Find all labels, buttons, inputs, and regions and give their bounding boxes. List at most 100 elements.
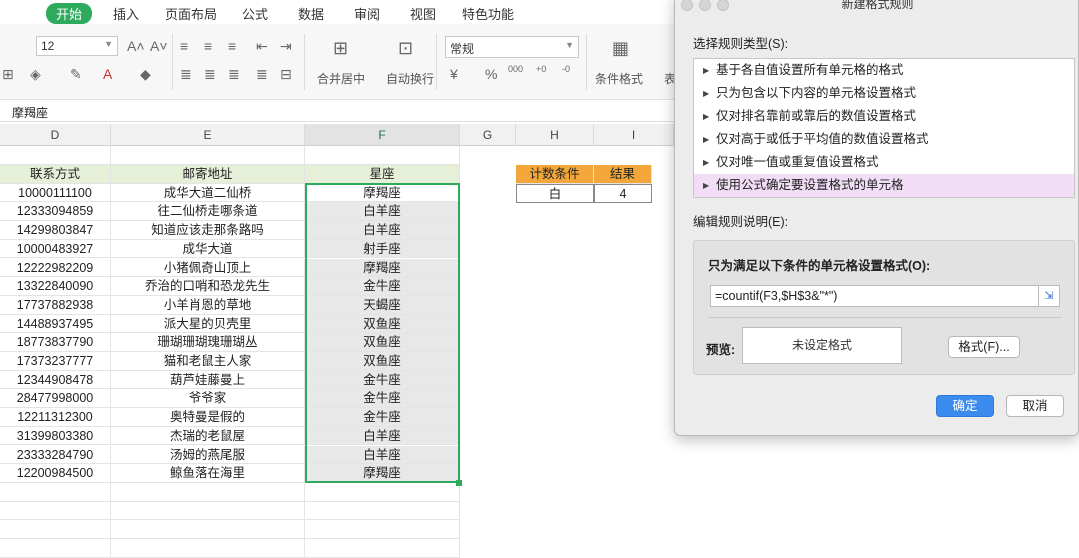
font-shrink-icon[interactable]: A˅ (150, 38, 168, 54)
table-cell[interactable]: 往二仙桥走哪条道 (111, 202, 305, 222)
table-cell[interactable]: 杰瑞的老鼠屋 (111, 426, 305, 446)
tab-data[interactable]: 数据 (298, 4, 324, 23)
justify-icon[interactable]: ≣ (256, 66, 268, 83)
percent-icon[interactable]: % (485, 66, 497, 82)
table-cell[interactable]: 12222982209 (0, 258, 111, 278)
column-header-d[interactable]: D (0, 124, 111, 146)
name-box[interactable]: 摩羯座 (12, 104, 48, 121)
rule-type-item[interactable]: ▶ 基于各自值设置所有单元格的格式 (694, 59, 1074, 82)
grid-cell[interactable] (305, 501, 460, 521)
table-cell[interactable]: 14488937495 (0, 314, 111, 334)
grid-cell[interactable] (0, 146, 111, 165)
grid-cell[interactable] (305, 520, 460, 539)
align-left-icon[interactable]: ≣ (180, 66, 192, 83)
fill-icon[interactable]: ◈ (30, 66, 41, 83)
table-cell[interactable]: 摩羯座 (305, 258, 460, 278)
table-cell[interactable]: 金牛座 (305, 408, 460, 427)
table-cell[interactable]: 猫和老鼠主人家 (111, 352, 305, 371)
decrease-decimal-icon[interactable]: -0 (562, 64, 570, 74)
table-cell[interactable]: 成华大道 (111, 239, 305, 259)
rule-type-item[interactable]: ▶ 仅对高于或低于平均值的数值设置格式 (694, 128, 1074, 151)
rule-type-item-selected[interactable]: ▶ 使用公式确定要设置格式的单元格 (694, 174, 1074, 197)
table-cell[interactable]: 17373237777 (0, 352, 111, 371)
table-cell[interactable]: 天蝎座 (305, 295, 460, 315)
grid-cell[interactable] (111, 146, 305, 165)
table-cell[interactable]: 珊瑚珊瑚瑰珊瑚丛 (111, 333, 305, 352)
ok-button[interactable]: 确定 (936, 395, 994, 417)
table-cell[interactable]: 18773837790 (0, 333, 111, 352)
table-cell[interactable]: 12333094859 (0, 202, 111, 222)
align-right-icon[interactable]: ≣ (228, 66, 240, 83)
align-bottom-icon[interactable]: ≡ (228, 38, 236, 54)
table-cell[interactable]: 金牛座 (305, 389, 460, 409)
wrap-text-icon[interactable]: ⊡ (398, 38, 413, 59)
table-cell[interactable]: 白羊座 (305, 202, 460, 222)
range-picker-icon[interactable]: ⇲ (1038, 285, 1060, 307)
fill-handle[interactable] (456, 480, 462, 486)
count-result-header[interactable]: 结果 (594, 165, 652, 184)
distribute-icon[interactable]: ⊟ (280, 66, 292, 83)
tab-review[interactable]: 审阅 (354, 4, 380, 23)
column-header-h[interactable]: H (516, 124, 594, 146)
tab-page-layout[interactable]: 页面布局 (165, 4, 217, 23)
table-cell[interactable]: 摩羯座 (305, 464, 460, 483)
table-cell[interactable]: 知道应该走那条路吗 (111, 221, 305, 240)
table-cell[interactable]: 白羊座 (305, 426, 460, 446)
table-cell[interactable]: 双鱼座 (305, 333, 460, 352)
grid-cell[interactable] (0, 482, 111, 502)
rule-type-item[interactable]: ▶ 仅对唯一值或重复值设置格式 (694, 151, 1074, 174)
tab-start[interactable]: 开始 (46, 3, 93, 24)
eraser-icon[interactable]: ◆ (140, 66, 151, 83)
table-header-cell[interactable]: 联系方式 (0, 165, 111, 184)
formula-input[interactable]: =countif(F3,$H$3&"*") (710, 285, 1040, 307)
tab-view[interactable]: 视图 (410, 4, 436, 23)
grid-cell[interactable] (111, 539, 305, 558)
table-cell[interactable]: 乔治的口哨和恐龙先生 (111, 277, 305, 296)
align-top-icon[interactable]: ≡ (180, 38, 188, 54)
table-cell[interactable]: 10000111100 (0, 183, 111, 203)
table-cell[interactable]: 金牛座 (305, 277, 460, 296)
align-center-icon[interactable]: ≣ (204, 66, 216, 83)
table-header-cell[interactable]: 邮寄地址 (111, 165, 305, 184)
grid-cell[interactable] (305, 146, 460, 165)
align-middle-icon[interactable]: ≡ (204, 38, 212, 54)
table-cell[interactable]: 鲸鱼落在海里 (111, 464, 305, 483)
tab-insert[interactable]: 插入 (113, 4, 139, 23)
cancel-button[interactable]: 取消 (1006, 395, 1064, 417)
table-cell[interactable]: 爷爷家 (111, 389, 305, 409)
table-cell[interactable]: 派大星的贝壳里 (111, 314, 305, 334)
table-cell[interactable]: 白羊座 (305, 221, 460, 240)
table-cell[interactable]: 奥特曼是假的 (111, 408, 305, 427)
table-cell[interactable]: 摩羯座 (305, 183, 460, 203)
table-cell[interactable]: 双鱼座 (305, 314, 460, 334)
increase-decimal-icon[interactable]: +0 (536, 64, 546, 74)
rule-type-item[interactable]: ▶ 仅对排名靠前或靠后的数值设置格式 (694, 105, 1074, 128)
conditional-format-button[interactable]: 条件格式 (595, 70, 643, 87)
table-cell[interactable]: 10000483927 (0, 239, 111, 259)
table-cell[interactable]: 12200984500 (0, 464, 111, 483)
font-color-icon[interactable]: A (103, 66, 112, 82)
merge-center-button[interactable]: 合并居中 (317, 70, 365, 87)
table-cell[interactable]: 小猪佩奇山顶上 (111, 258, 305, 278)
count-result-cell[interactable]: 4 (594, 184, 652, 203)
table-cell[interactable]: 成华大道二仙桥 (111, 183, 305, 203)
currency-icon[interactable]: ¥ (450, 66, 458, 82)
wrap-text-button[interactable]: 自动换行 (386, 70, 434, 87)
grid-cell[interactable] (305, 482, 460, 502)
thousands-icon[interactable]: 000 (508, 64, 523, 74)
table-cell[interactable]: 双鱼座 (305, 352, 460, 371)
table-cell[interactable]: 小羊肖恩的草地 (111, 295, 305, 315)
font-grow-icon[interactable]: A˄ (127, 38, 145, 54)
table-cell[interactable]: 汤姆的燕尾服 (111, 445, 305, 465)
indent-increase-icon[interactable]: ⇥ (280, 38, 292, 55)
table-cell[interactable]: 28477998000 (0, 389, 111, 409)
grid-cell[interactable] (305, 539, 460, 558)
table-cell[interactable]: 14299803847 (0, 221, 111, 240)
tab-formulas[interactable]: 公式 (242, 4, 268, 23)
format-button[interactable]: 格式(F)... (948, 336, 1020, 358)
column-header-g[interactable]: G (460, 124, 516, 146)
tab-special-features[interactable]: 特色功能 (462, 4, 514, 23)
table-header-cell[interactable]: 星座 (305, 165, 460, 184)
highlight-icon[interactable]: ✎ (70, 66, 82, 83)
column-header-f[interactable]: F (305, 124, 460, 146)
